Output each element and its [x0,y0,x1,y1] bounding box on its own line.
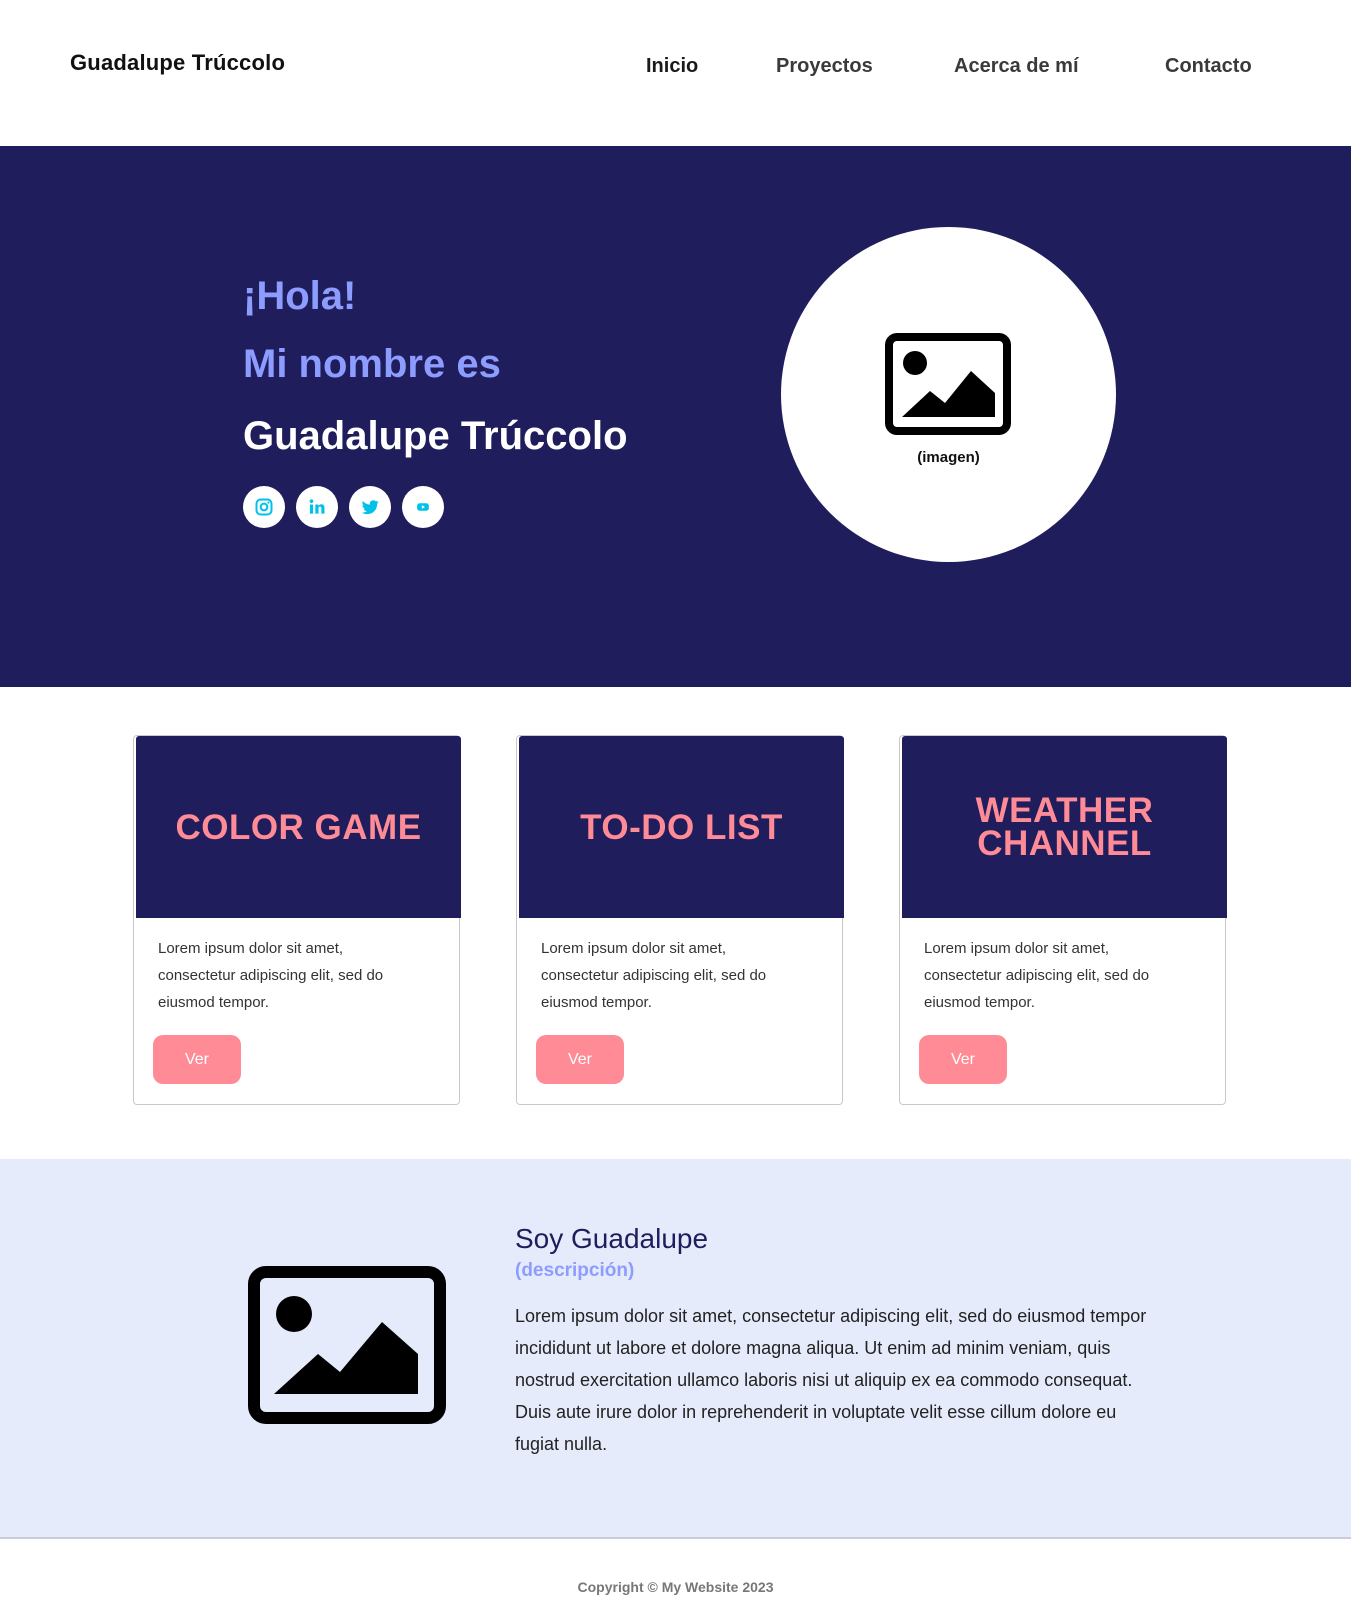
hero-name: Guadalupe Trúccolo [243,414,628,458]
site-footer: Copyright © My Website 2023 [0,1541,1351,1618]
about-section: Soy Guadalupe (descripción) Lorem ipsum … [0,1159,1351,1539]
project-card: TO-DO LIST Lorem ipsum dolor sit amet, c… [516,735,844,1105]
about-subtitle: (descripción) [515,1260,635,1281]
project-description: Lorem ipsum dolor sit amet, consectetur … [541,940,767,1011]
project-card-banner: WEATHER CHANNEL [902,736,1227,918]
about-title: Soy Guadalupe [515,1223,709,1254]
project-title: COLOR GAME [175,807,422,847]
youtube-link[interactable] [402,486,444,528]
linkedin-icon [309,499,325,514]
projects-section: COLOR GAME Lorem ipsum dolor sit amet, c… [0,687,1351,1159]
nav-item-acerca[interactable]: Acerca de mí [954,55,1079,78]
image-icon [248,1266,446,1424]
linkedin-link[interactable] [296,486,338,528]
project-description: Lorem ipsum dolor sit amet, consectetur … [158,940,384,1011]
twitter-icon [361,500,379,515]
project-card-banner: TO-DO LIST [519,736,844,918]
main-nav: Inicio Proyectos Acerca de mí Contacto [0,55,1351,85]
twitter-link[interactable] [349,486,391,528]
image-caption: (imagen) [917,449,980,466]
nav-item-proyectos[interactable]: Proyectos [776,55,873,78]
project-card: WEATHER CHANNEL Lorem ipsum dolor sit am… [899,735,1227,1105]
project-title: TO-DO LIST [580,807,783,847]
instagram-icon [255,498,273,516]
project-card-banner: COLOR GAME [136,736,461,918]
view-project-button[interactable]: Ver [153,1035,241,1084]
nav-item-contacto[interactable]: Contacto [1165,55,1252,78]
hero-intro: Mi nombre es [243,342,501,386]
hero-section: ¡Hola! Mi nombre es Guadalupe Trúccolo (… [0,146,1351,687]
profile-image-placeholder: (imagen) [781,227,1116,562]
project-description: Lorem ipsum dolor sit amet, consectetur … [924,940,1150,1011]
project-title: WEATHER CHANNEL [975,791,1154,863]
project-card: COLOR GAME Lorem ipsum dolor sit amet, c… [133,735,461,1105]
youtube-icon [417,503,429,511]
hero-greeting: ¡Hola! [243,274,357,318]
about-description: Lorem ipsum dolor sit amet, consectetur … [515,1306,1147,1454]
view-project-button[interactable]: Ver [536,1035,624,1084]
instagram-link[interactable] [243,486,285,528]
view-project-button[interactable]: Ver [919,1035,1007,1084]
copyright-text: Copyright © My Website 2023 [577,1579,774,1595]
image-icon [885,333,1011,435]
site-header: Guadalupe Trúccolo Inicio Proyectos Acer… [0,0,1351,146]
nav-item-inicio[interactable]: Inicio [646,55,698,78]
